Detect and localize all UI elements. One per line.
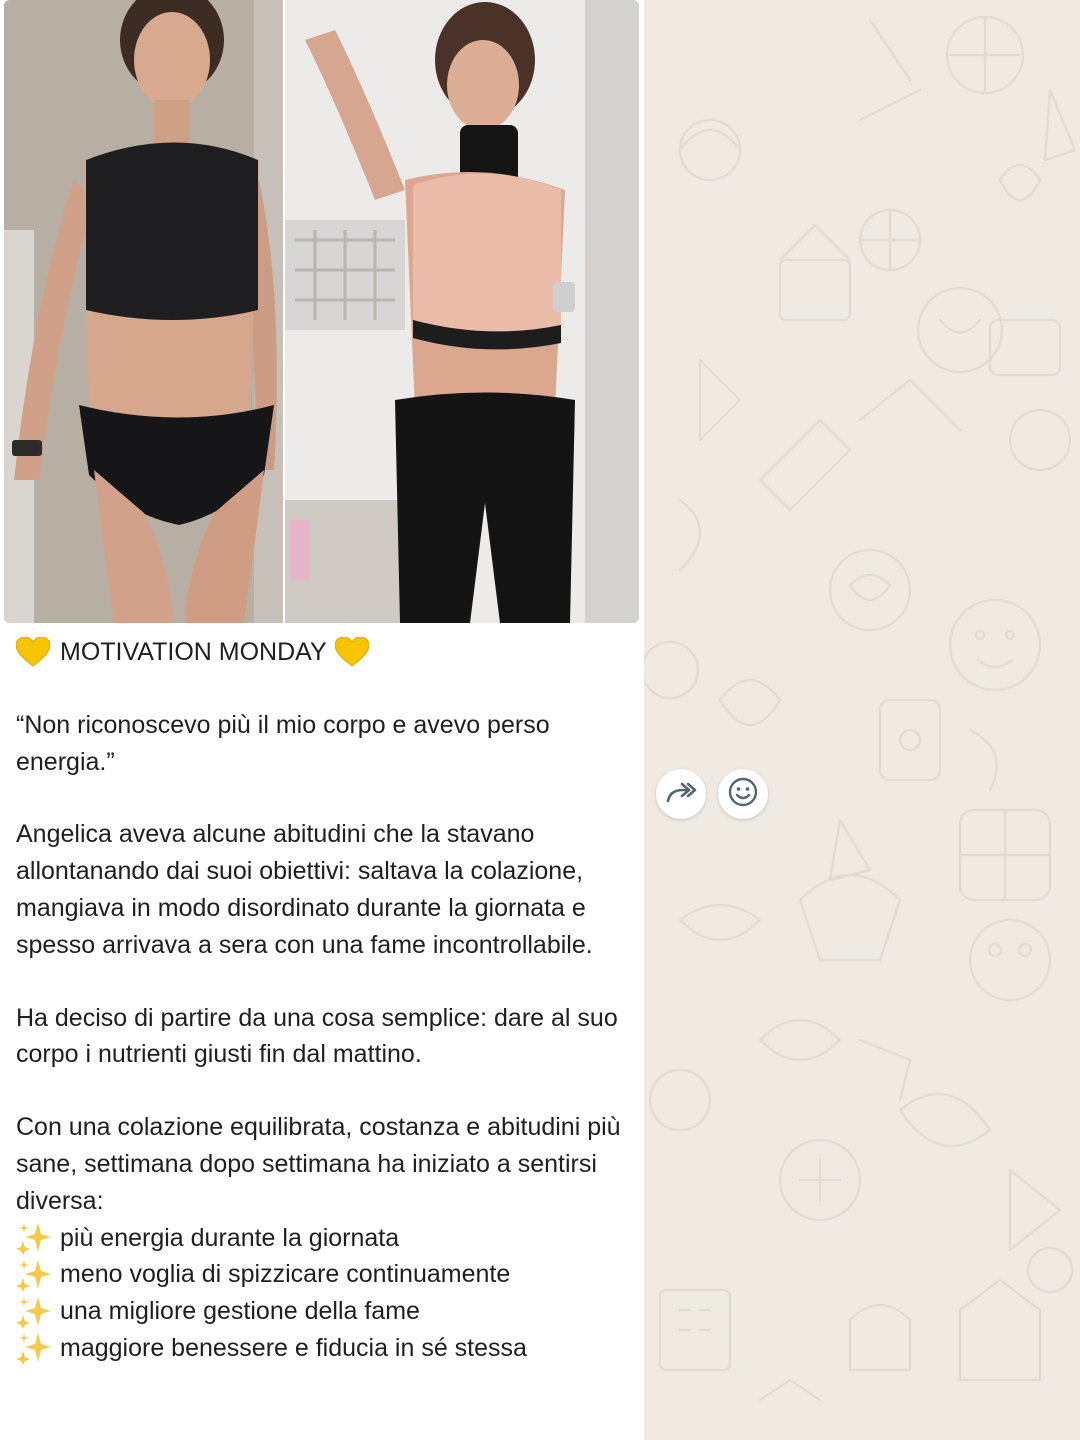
after-photo-illustration <box>285 0 639 623</box>
sparkles-icon <box>16 1221 52 1255</box>
bullet-text: più energia durante la giornata <box>60 1223 400 1252</box>
before-photo[interactable] <box>4 0 284 623</box>
bullet-text: una migliore gestione della fame <box>60 1297 420 1326</box>
sparkles-icon <box>16 1295 52 1329</box>
paragraph-2: Ha deciso di partire da una cosa semplic… <box>16 1003 618 1069</box>
emoji-reaction-icon <box>727 776 759 813</box>
sparkles-icon <box>16 1258 52 1292</box>
bullet-item: una migliore gestione della fame <box>16 1293 636 1330</box>
forward-button[interactable] <box>656 769 706 819</box>
after-photo[interactable] <box>283 0 639 623</box>
forward-icon <box>665 779 697 810</box>
bullet-item: meno voglia di spizzicare continuamente <box>16 1256 636 1293</box>
quote-text: “Non riconoscevo più il mio corpo e avev… <box>16 710 550 776</box>
message-bubble[interactable]: MOTIVATION MONDAY “Non riconoscevo più i… <box>0 0 644 1440</box>
before-photo-illustration <box>4 0 284 623</box>
paragraph-1: Angelica aveva alcune abitudini che la s… <box>16 820 593 959</box>
bullet-text: meno voglia di spizzicare continuamente <box>60 1260 511 1289</box>
bullet-text: maggiore benessere e fiducia in sé stess… <box>60 1333 527 1362</box>
yellow-heart-icon <box>334 636 370 668</box>
image-collage[interactable] <box>4 0 639 623</box>
message-title: MOTIVATION MONDAY <box>15 634 636 671</box>
bullet-item: maggiore benessere e fiducia in sé stess… <box>16 1330 636 1367</box>
paragraph-3: Con una colazione equilibrata, costanza … <box>16 1113 621 1215</box>
title-text: MOTIVATION MONDAY <box>60 638 327 666</box>
emoji-reaction-button[interactable] <box>718 769 768 819</box>
message-text: MOTIVATION MONDAY “Non riconoscevo più i… <box>15 634 636 1367</box>
yellow-heart-icon <box>15 636 51 668</box>
bullet-item: più energia durante la giornata <box>16 1220 636 1257</box>
sparkles-icon <box>16 1331 52 1366</box>
